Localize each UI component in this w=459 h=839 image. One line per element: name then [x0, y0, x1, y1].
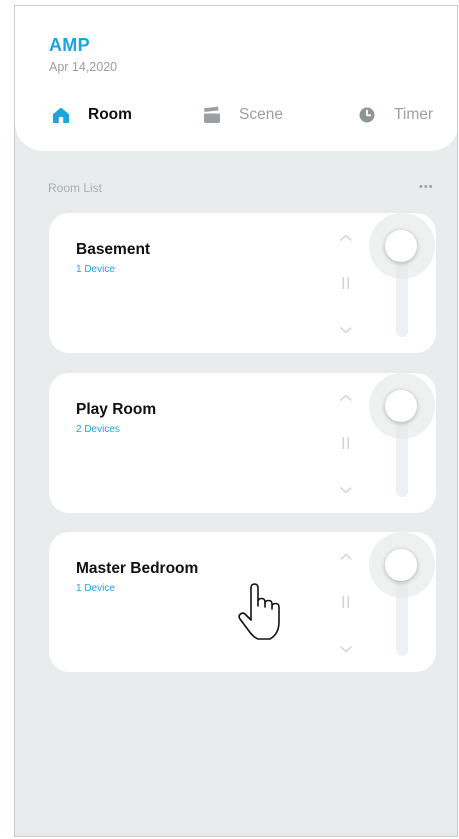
pause-icon[interactable] [341, 436, 351, 450]
slider-knob[interactable] [385, 390, 417, 422]
header: AMP Apr 14,2020 Room Scene Timer [15, 6, 457, 151]
pause-icon[interactable] [341, 595, 351, 609]
home-icon [52, 106, 70, 124]
room-name: Play Room [76, 401, 157, 418]
tab-room-label: Room [88, 106, 132, 123]
room-name: Basement [76, 241, 151, 258]
pause-icon[interactable] [341, 276, 351, 290]
slider-knob[interactable] [385, 549, 417, 581]
tab-timer-label: Timer [394, 106, 434, 123]
slider-knob[interactable] [385, 230, 417, 262]
room-card-basement[interactable]: Basement 1 Device [49, 213, 436, 353]
clapperboard-icon [203, 106, 221, 124]
tab-timer[interactable]: Timer [358, 104, 433, 126]
room-list-label: Room List [48, 181, 103, 195]
hand-pointer-icon [236, 582, 288, 642]
tab-room[interactable]: Room [52, 104, 132, 126]
chevron-down-icon[interactable] [339, 323, 353, 335]
chevron-up-icon[interactable] [339, 550, 353, 562]
room-card-play-room[interactable]: Play Room 2 Devices [49, 373, 436, 513]
chevron-up-icon[interactable] [339, 231, 353, 243]
room-name: Master Bedroom [76, 560, 199, 577]
app-frame: AMP Apr 14,2020 Room Scene Timer Room Li… [14, 5, 458, 837]
app-title: AMP [49, 35, 90, 55]
clock-icon [358, 106, 376, 124]
chevron-down-icon[interactable] [339, 483, 353, 495]
more-options-button[interactable]: ••• [419, 182, 434, 193]
tab-scene-label: Scene [239, 106, 283, 123]
room-device-count: 1 Device [76, 583, 115, 594]
room-device-count: 2 Devices [76, 424, 120, 435]
app-date: Apr 14,2020 [49, 60, 118, 74]
tab-scene[interactable]: Scene [203, 104, 283, 126]
chevron-down-icon[interactable] [339, 642, 353, 654]
chevron-up-icon[interactable] [339, 391, 353, 403]
room-device-count: 1 Device [76, 264, 115, 275]
